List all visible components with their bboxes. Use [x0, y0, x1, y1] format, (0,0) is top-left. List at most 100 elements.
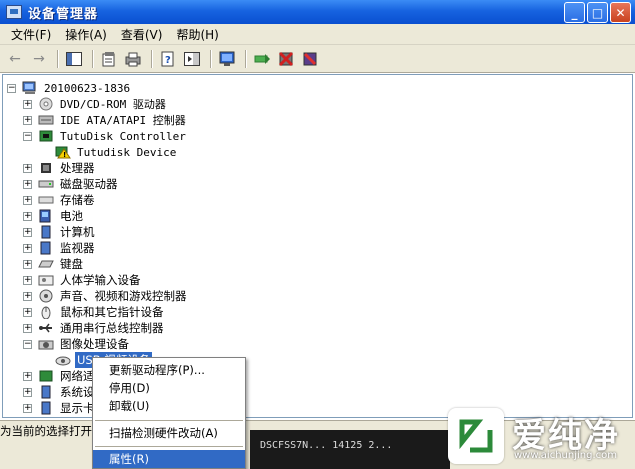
background-window-text: DSCFSS7N... 14125 2...: [260, 440, 393, 451]
expand-icon[interactable]: +: [23, 195, 32, 205]
expand-icon[interactable]: +: [23, 163, 32, 173]
tree-item-processor[interactable]: + 处理器: [23, 160, 97, 176]
expand-icon[interactable]: +: [23, 259, 32, 269]
tree-item-battery[interactable]: + 电池: [23, 208, 85, 224]
tree-item-system[interactable]: + 系统设: [23, 384, 97, 400]
disk-drive-icon: [38, 180, 54, 188]
tree-item-sound[interactable]: + 声音、视频和游戏控制器: [23, 288, 189, 304]
scan-hardware-button[interactable]: [216, 49, 238, 69]
tree-item-label: 显示卡: [60, 401, 95, 415]
monitor-icon: [40, 241, 51, 255]
uninstall-device-button[interactable]: [299, 49, 321, 69]
menu-file[interactable]: 文件(F): [4, 26, 58, 43]
tree-item-mouse[interactable]: + 鼠标和其它指针设备: [23, 304, 166, 320]
system-devices-icon: [41, 385, 51, 399]
tree-item-label: 图像处理设备: [60, 337, 129, 351]
battery-icon: [39, 209, 51, 223]
tree-item-ide[interactable]: + IDE ATA/ATAPI 控制器: [23, 112, 188, 128]
action-pane-button[interactable]: [181, 49, 203, 69]
keyboard-icon: [38, 260, 54, 268]
watermark-logo-shape: [459, 419, 493, 453]
forward-button[interactable]: →: [28, 49, 50, 69]
expand-icon[interactable]: +: [23, 371, 32, 381]
expand-icon[interactable]: +: [23, 387, 32, 397]
computer-tower-icon: [41, 225, 51, 239]
ide-controller-icon: [38, 115, 54, 125]
toolbar-separator: [210, 49, 211, 68]
toolbar-separator: [92, 49, 93, 68]
maximize-button[interactable]: □: [587, 2, 608, 23]
show-hide-tree-button[interactable]: [63, 49, 85, 69]
svg-text:!: !: [63, 151, 66, 159]
processor-icon: [41, 163, 51, 173]
toolbar: ← → ?: [0, 45, 635, 73]
ctx-update-driver[interactable]: 更新驱动程序(P)...: [93, 361, 245, 379]
tree-item-keyboard[interactable]: + 键盘: [23, 256, 85, 272]
tree-item-storage-volumes[interactable]: + 存储卷: [23, 192, 97, 208]
tree-root[interactable]: − 20100623-1836: [7, 80, 132, 96]
status-text: 为当前的选择打开: [0, 423, 92, 438]
tree-item-disk-drives[interactable]: + 磁盘驱动器: [23, 176, 120, 192]
tree-item-label: 处理器: [60, 161, 95, 175]
menu-help[interactable]: 帮助(H): [169, 26, 225, 43]
properties-button[interactable]: [98, 49, 120, 69]
tree-item-display[interactable]: + 显示卡: [23, 400, 97, 416]
back-arrow-icon: ←: [9, 50, 21, 67]
usb-icon: [39, 323, 52, 333]
tree-item-label: 人体学输入设备: [60, 273, 141, 287]
tree-item-hid[interactable]: + 人体学输入设备: [23, 272, 143, 288]
watermark-logo-icon: [448, 408, 504, 464]
expand-icon[interactable]: +: [23, 403, 32, 413]
expand-icon[interactable]: +: [23, 275, 32, 285]
toolbar-separator: [245, 49, 246, 68]
expand-icon[interactable]: +: [23, 307, 32, 317]
close-button[interactable]: ✕: [610, 2, 631, 23]
expand-icon[interactable]: +: [23, 115, 32, 125]
ctx-properties[interactable]: 属性(R): [93, 450, 245, 468]
expand-icon[interactable]: +: [23, 291, 32, 301]
tree-item-monitors[interactable]: + 监视器: [23, 240, 97, 256]
expand-icon[interactable]: +: [23, 211, 32, 221]
background-window: DSCFSS7N... 14125 2...: [250, 430, 450, 469]
tree-item-usb[interactable]: + 通用串行总线控制器: [23, 320, 166, 336]
ctx-disable[interactable]: 停用(D): [93, 379, 245, 397]
toolbar-separator: [57, 49, 58, 68]
tree-item-tutudisk-controller[interactable]: − TutuDisk Controller: [23, 128, 188, 144]
collapse-icon[interactable]: −: [7, 83, 16, 93]
tree-item-tutudisk-device[interactable]: ! Tutudisk Device: [55, 144, 178, 160]
expand-icon[interactable]: +: [23, 99, 32, 109]
update-driver-icon: [254, 53, 270, 64]
expand-icon[interactable]: +: [23, 243, 32, 253]
menu-action[interactable]: 操作(A): [58, 26, 114, 43]
ctx-uninstall[interactable]: 卸载(U): [93, 397, 245, 415]
disable-device-icon: [278, 51, 294, 66]
ctx-separator: [95, 446, 243, 447]
disable-device-button[interactable]: [275, 49, 297, 69]
action-pane-icon: [184, 51, 200, 66]
ctx-item-label: 停用(D): [109, 381, 150, 395]
tree-item-label: 电池: [60, 209, 83, 223]
collapse-icon[interactable]: −: [23, 131, 32, 141]
ctx-scan-hardware[interactable]: 扫描检测硬件改动(A): [93, 424, 245, 442]
back-button[interactable]: ←: [4, 49, 26, 69]
tree-item-computer[interactable]: + 计算机: [23, 224, 97, 240]
tree-item-dvd[interactable]: + DVD/CD-ROM 驱动器: [23, 96, 168, 112]
tree-item-network[interactable]: + 网络适: [23, 368, 97, 384]
ctx-item-label: 更新驱动程序(P)...: [109, 363, 205, 377]
forward-arrow-icon: →: [33, 50, 45, 67]
menu-view[interactable]: 查看(V): [114, 26, 170, 43]
tree-item-imaging[interactable]: − 图像处理设备: [23, 336, 131, 352]
watermark: 爱纯净 www.aichunjing.com: [440, 400, 635, 469]
properties-icon: [102, 51, 115, 66]
console-tree-icon: [66, 51, 82, 66]
collapse-icon[interactable]: −: [23, 339, 32, 349]
minimize-button[interactable]: _: [564, 2, 585, 23]
print-button[interactable]: [122, 49, 144, 69]
update-driver-button[interactable]: [251, 49, 273, 69]
expand-icon[interactable]: +: [23, 179, 32, 189]
webcam-icon: [55, 356, 71, 366]
expand-icon[interactable]: +: [23, 323, 32, 333]
tree-item-label: DVD/CD-ROM 驱动器: [60, 98, 166, 111]
expand-icon[interactable]: +: [23, 227, 32, 237]
help-button[interactable]: ?: [157, 49, 179, 69]
